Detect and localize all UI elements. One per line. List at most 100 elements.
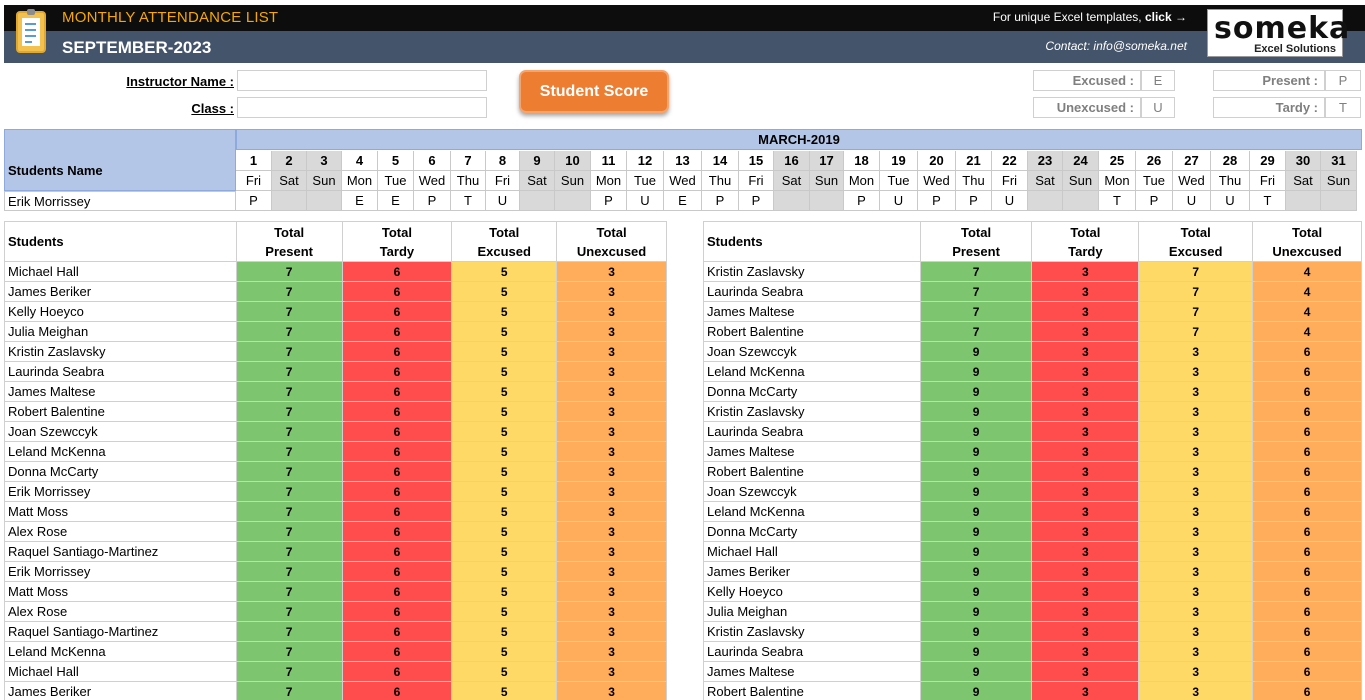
student-name-cell[interactable]: Donna McCarty — [4, 461, 237, 482]
total-excused-cell[interactable]: 5 — [451, 661, 558, 682]
total-tardy-cell[interactable]: 6 — [341, 381, 453, 402]
total-tardy-cell[interactable]: 6 — [341, 281, 453, 302]
total-unexcused-cell[interactable]: 3 — [556, 481, 667, 502]
total-unexcused-cell[interactable]: 3 — [556, 501, 667, 522]
total-tardy-cell[interactable]: 3 — [1031, 681, 1140, 700]
attendance-cell-19[interactable]: U — [880, 191, 918, 211]
total-excused-cell[interactable]: 5 — [451, 681, 558, 700]
attendance-cell-28[interactable]: U — [1211, 191, 1250, 211]
total-tardy-cell[interactable]: 6 — [341, 581, 453, 602]
total-excused-cell[interactable]: 5 — [451, 561, 558, 582]
total-excused-cell[interactable]: 3 — [1138, 681, 1254, 700]
student-name-cell[interactable]: Robert Balentine — [4, 401, 237, 422]
attendance-cell-8[interactable]: U — [486, 191, 520, 211]
total-present-cell[interactable]: 9 — [919, 401, 1033, 422]
total-unexcused-cell[interactable]: 6 — [1252, 481, 1362, 502]
total-present-cell[interactable]: 7 — [235, 421, 343, 442]
attendance-cell-18[interactable]: P — [844, 191, 880, 211]
total-tardy-cell[interactable]: 6 — [341, 501, 453, 522]
student-name-cell[interactable]: James Beriker — [703, 561, 921, 582]
total-excused-cell[interactable]: 5 — [451, 381, 558, 402]
total-unexcused-cell[interactable]: 3 — [556, 661, 667, 682]
total-unexcused-cell[interactable]: 3 — [556, 341, 667, 362]
total-present-cell[interactable]: 9 — [919, 521, 1033, 542]
attendance-cell-21[interactable]: P — [956, 191, 992, 211]
student-name-cell[interactable]: Donna McCarty — [703, 521, 921, 542]
attendance-cell-6[interactable]: P — [414, 191, 451, 211]
total-unexcused-cell[interactable]: 3 — [556, 541, 667, 562]
total-excused-cell[interactable]: 3 — [1138, 341, 1254, 362]
total-unexcused-cell[interactable]: 6 — [1252, 581, 1362, 602]
attendance-cell-1[interactable]: P — [236, 191, 272, 211]
total-tardy-cell[interactable]: 6 — [341, 641, 453, 662]
total-tardy-cell[interactable]: 3 — [1031, 621, 1140, 642]
total-present-cell[interactable]: 7 — [235, 521, 343, 542]
attendance-cell-5[interactable]: E — [378, 191, 414, 211]
total-present-cell[interactable]: 7 — [235, 541, 343, 562]
total-present-cell[interactable]: 9 — [919, 461, 1033, 482]
total-tardy-cell[interactable]: 3 — [1031, 481, 1140, 502]
total-excused-cell[interactable]: 5 — [451, 421, 558, 442]
student-name-cell[interactable]: Joan Szewccyk — [703, 481, 921, 502]
total-tardy-cell[interactable]: 6 — [341, 601, 453, 622]
total-present-cell[interactable]: 7 — [235, 501, 343, 522]
total-excused-cell[interactable]: 5 — [451, 501, 558, 522]
total-unexcused-cell[interactable]: 3 — [556, 561, 667, 582]
student-name-cell[interactable]: Leland McKenna — [703, 501, 921, 522]
class-input[interactable] — [237, 97, 487, 118]
total-present-cell[interactable]: 9 — [919, 481, 1033, 502]
total-present-cell[interactable]: 7 — [235, 581, 343, 602]
total-present-cell[interactable]: 7 — [235, 401, 343, 422]
attendance-cell-25[interactable]: T — [1099, 191, 1136, 211]
attendance-cell-3[interactable] — [307, 191, 342, 211]
attendance-cell-29[interactable]: T — [1250, 191, 1286, 211]
attendance-cell-14[interactable]: P — [702, 191, 739, 211]
total-tardy-cell[interactable]: 6 — [341, 341, 453, 362]
total-unexcused-cell[interactable]: 6 — [1252, 561, 1362, 582]
total-present-cell[interactable]: 7 — [235, 381, 343, 402]
total-unexcused-cell[interactable]: 3 — [556, 421, 667, 442]
total-tardy-cell[interactable]: 3 — [1031, 341, 1140, 362]
total-present-cell[interactable]: 7 — [235, 461, 343, 482]
student-name-cell[interactable]: James Maltese — [703, 441, 921, 462]
calendar-student-name[interactable]: Erik Morrissey — [4, 191, 236, 211]
total-excused-cell[interactable]: 5 — [451, 361, 558, 382]
total-present-cell[interactable]: 7 — [919, 281, 1033, 302]
total-excused-cell[interactable]: 3 — [1138, 561, 1254, 582]
total-present-cell[interactable]: 7 — [235, 301, 343, 322]
student-name-cell[interactable]: Laurinda Seabra — [4, 361, 237, 382]
student-name-cell[interactable]: Raquel Santiago-Martinez — [4, 541, 237, 562]
attendance-cell-26[interactable]: P — [1136, 191, 1173, 211]
total-present-cell[interactable]: 7 — [235, 601, 343, 622]
total-excused-cell[interactable]: 5 — [451, 581, 558, 602]
total-unexcused-cell[interactable]: 4 — [1252, 281, 1362, 302]
total-present-cell[interactable]: 7 — [235, 341, 343, 362]
total-excused-cell[interactable]: 5 — [451, 441, 558, 462]
student-name-cell[interactable]: Leland McKenna — [4, 441, 237, 462]
total-excused-cell[interactable]: 3 — [1138, 621, 1254, 642]
student-name-cell[interactable]: Erik Morrissey — [4, 561, 237, 582]
total-unexcused-cell[interactable]: 6 — [1252, 621, 1362, 642]
total-tardy-cell[interactable]: 6 — [341, 681, 453, 700]
student-name-cell[interactable]: Raquel Santiago-Martinez — [4, 621, 237, 642]
total-tardy-cell[interactable]: 6 — [341, 421, 453, 442]
total-excused-cell[interactable]: 7 — [1138, 301, 1254, 322]
total-tardy-cell[interactable]: 6 — [341, 661, 453, 682]
total-present-cell[interactable]: 9 — [919, 341, 1033, 362]
total-unexcused-cell[interactable]: 3 — [556, 281, 667, 302]
total-excused-cell[interactable]: 7 — [1138, 261, 1254, 282]
total-tardy-cell[interactable]: 3 — [1031, 561, 1140, 582]
total-present-cell[interactable]: 7 — [235, 661, 343, 682]
total-unexcused-cell[interactable]: 3 — [556, 321, 667, 342]
attendance-cell-30[interactable] — [1286, 191, 1321, 211]
total-excused-cell[interactable]: 5 — [451, 601, 558, 622]
total-unexcused-cell[interactable]: 6 — [1252, 601, 1362, 622]
instructor-input[interactable] — [237, 70, 487, 91]
total-tardy-cell[interactable]: 6 — [341, 321, 453, 342]
total-unexcused-cell[interactable]: 6 — [1252, 341, 1362, 362]
attendance-cell-4[interactable]: E — [342, 191, 378, 211]
total-excused-cell[interactable]: 5 — [451, 461, 558, 482]
total-tardy-cell[interactable]: 3 — [1031, 361, 1140, 382]
total-unexcused-cell[interactable]: 3 — [556, 441, 667, 462]
total-unexcused-cell[interactable]: 3 — [556, 401, 667, 422]
